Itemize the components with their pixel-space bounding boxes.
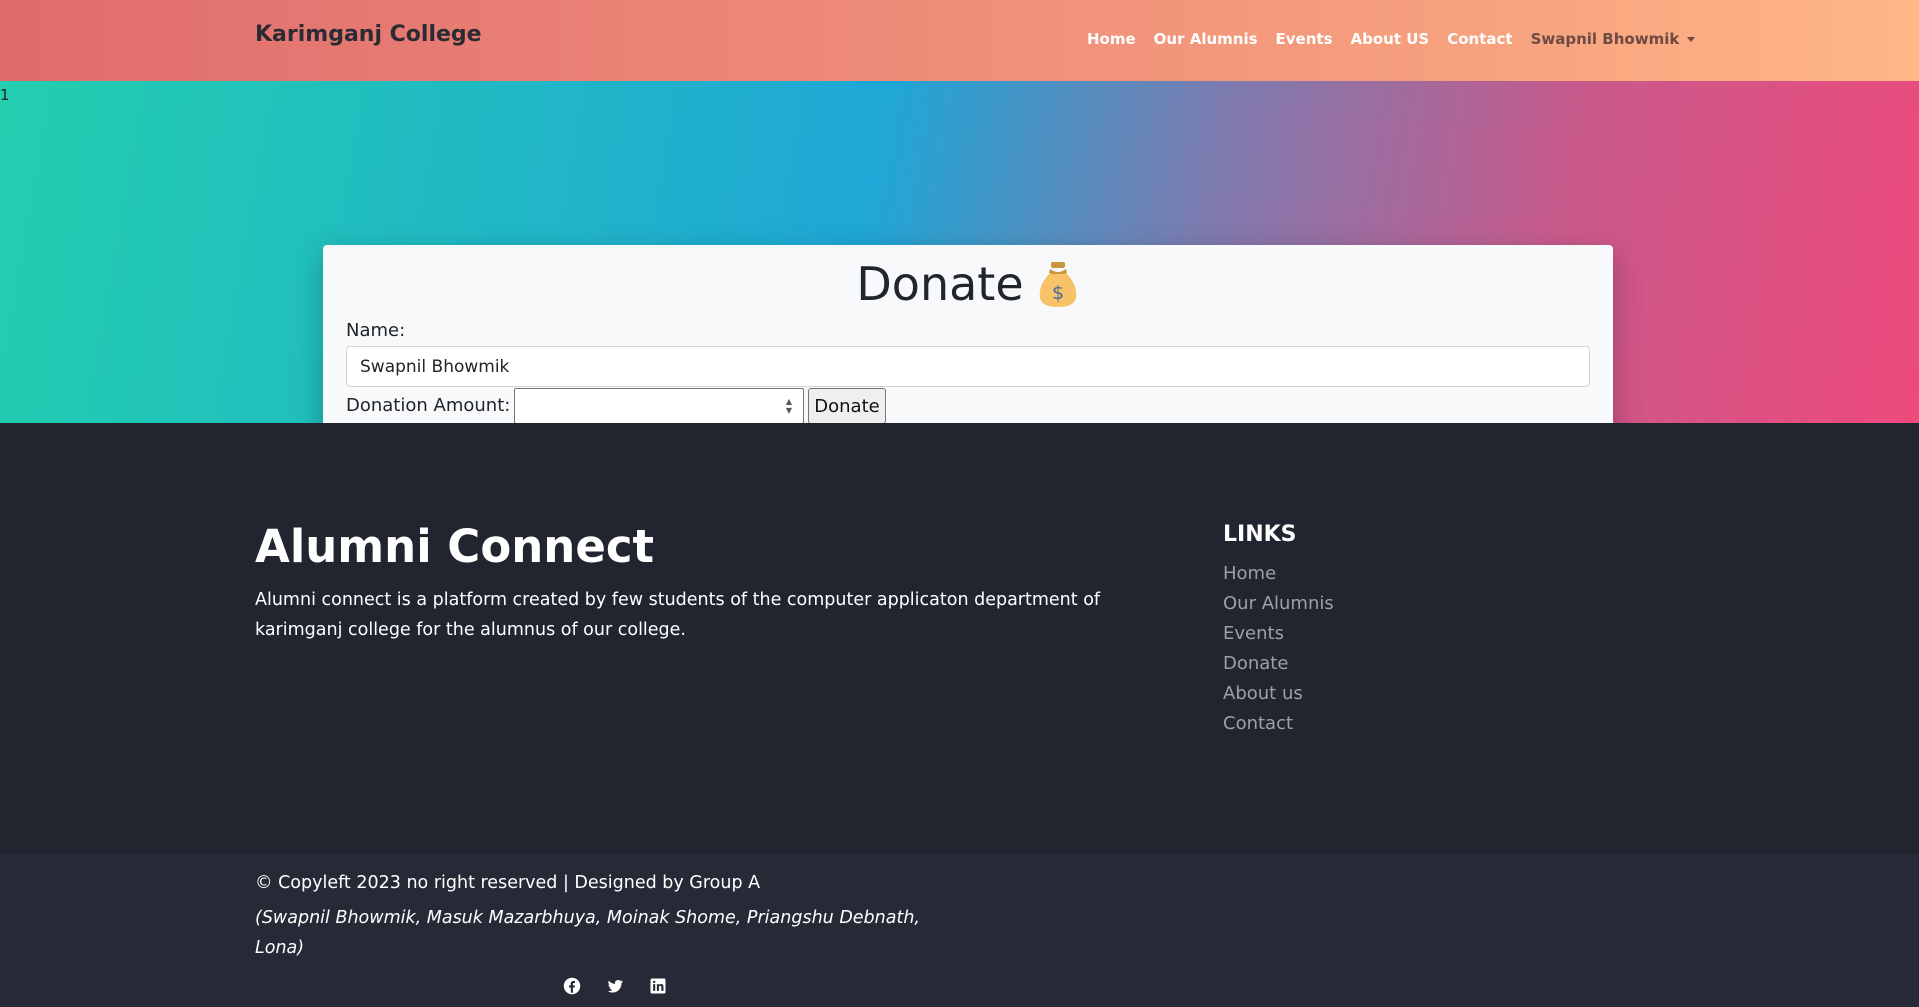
footer-title: Alumni Connect — [255, 520, 655, 573]
twitter-icon[interactable] — [594, 965, 636, 1007]
nav-home[interactable]: Home — [1087, 30, 1136, 48]
footer-link-donate[interactable]: Donate — [1223, 649, 1334, 679]
footer-link-our-alumnis[interactable]: Our Alumnis — [1223, 589, 1334, 619]
caret-down-icon — [1687, 36, 1696, 42]
user-dropdown[interactable]: Swapnil Bhowmik — [1531, 30, 1696, 48]
footer-link-home[interactable]: Home — [1223, 559, 1334, 589]
nav-contact[interactable]: Contact — [1447, 30, 1512, 48]
user-name: Swapnil Bhowmik — [1530, 30, 1680, 48]
social-links — [551, 965, 680, 1007]
name-label: Name: — [346, 320, 406, 341]
svg-text:$: $ — [1052, 282, 1064, 304]
nav-links: Home Our Alumnis Events About US Contact… — [1087, 30, 1696, 48]
donate-card: Donate $ Name: Donation Amount: ▲ ▼ Dona… — [323, 245, 1613, 451]
footer-link-about-us[interactable]: About us — [1223, 679, 1334, 709]
footer-links: Home Our Alumnis Events Donate About us … — [1223, 559, 1334, 739]
facebook-icon[interactable] — [551, 965, 593, 1007]
footer-link-events[interactable]: Events — [1223, 619, 1334, 649]
nav-about-us[interactable]: About US — [1351, 30, 1430, 48]
donation-amount-input[interactable] — [514, 388, 804, 424]
footer-bottom: © Copyleft 2023 no right reserved | Desi… — [0, 854, 1919, 1007]
spinner-down-icon[interactable]: ▼ — [786, 406, 792, 415]
nav-our-alumnis[interactable]: Our Alumnis — [1154, 30, 1258, 48]
authors-text: (Swapnil Bhowmik, Masuk Mazarbhuya, Moin… — [255, 908, 920, 958]
brand-link[interactable]: Karimganj College — [255, 22, 482, 47]
footer-description: Alumni connect is a platform created by … — [255, 590, 1101, 640]
copyright-text: © Copyleft 2023 no right reserved | Desi… — [255, 873, 761, 893]
nav-events[interactable]: Events — [1276, 30, 1333, 48]
donate-title: Donate $ — [323, 257, 1613, 311]
footer-main: Alumni Connect Alumni connect is a platf… — [0, 423, 1919, 854]
number-spinner[interactable]: ▲ ▼ — [781, 395, 797, 417]
amount-label: Donation Amount: — [346, 395, 511, 416]
navbar: Karimganj College Home Our Alumnis Event… — [0, 0, 1919, 81]
links-heading: LINKS — [1223, 522, 1297, 547]
linkedin-icon[interactable] — [637, 965, 679, 1007]
hero-section: Donate $ Name: Donation Amount: ▲ ▼ Dona… — [0, 81, 1919, 451]
spinner-up-icon[interactable]: ▲ — [786, 397, 792, 406]
donate-button[interactable]: Donate — [808, 388, 886, 424]
name-input[interactable] — [346, 346, 1590, 387]
donate-title-text: Donate — [856, 257, 1024, 311]
money-bag-icon: $ — [1039, 262, 1076, 307]
stray-text: 1 — [0, 86, 10, 104]
footer-link-contact[interactable]: Contact — [1223, 709, 1334, 739]
